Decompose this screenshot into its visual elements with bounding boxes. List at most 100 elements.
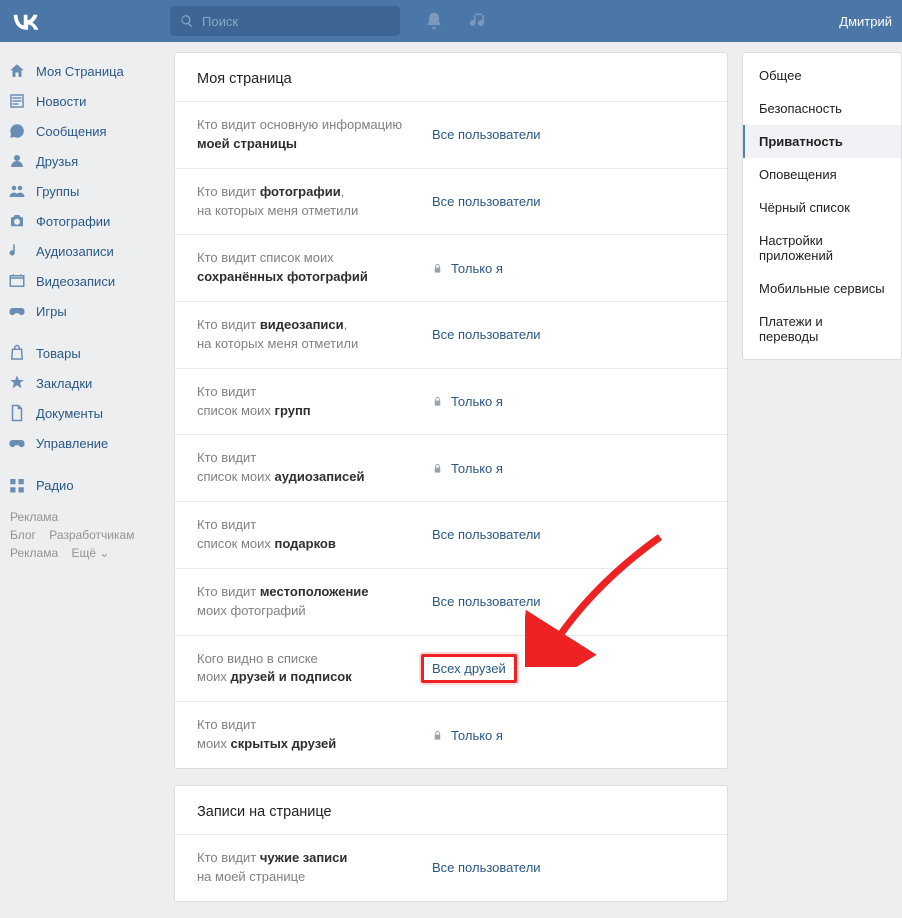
lock-icon (432, 463, 443, 474)
privacy-label: Кто видитсписок моих аудиозаписей (197, 449, 432, 487)
privacy-label: Кто видит основную информацию моей стран… (197, 116, 432, 154)
nav-item-games[interactable]: Игры (2, 296, 158, 326)
my-page-panel: Моя страница Кто видит основную информац… (174, 52, 728, 769)
footer-ad2[interactable]: Реклама (10, 546, 58, 560)
privacy-row: Кто видит список моихсохранённых фотогра… (175, 234, 727, 301)
privacy-label: Кто видитмоих скрытых друзей (197, 716, 432, 754)
privacy-value[interactable]: Только я (432, 249, 503, 287)
market-icon (8, 344, 26, 362)
privacy-label: Кто видитсписок моих подарков (197, 516, 432, 554)
footer-links: Реклама Блог Разработчикам Реклама Ещё ⌄ (2, 500, 158, 570)
footer-blog[interactable]: Блог (10, 528, 36, 542)
privacy-value[interactable]: Все пользователи (432, 316, 541, 354)
nav-item-manage[interactable]: Управление (2, 428, 158, 458)
value-text: Все пользователи (432, 194, 541, 209)
music-icon[interactable] (468, 11, 488, 31)
search-input[interactable]: Поиск (170, 6, 400, 36)
radio-icon (8, 476, 26, 494)
settings-tab[interactable]: Мобильные сервисы (743, 272, 901, 305)
home-icon (8, 62, 26, 80)
privacy-value[interactable]: Только я (432, 383, 503, 421)
nav-label: Группы (36, 184, 79, 199)
photos-icon (8, 212, 26, 230)
nav-label: Товары (36, 346, 81, 361)
nav-label: Моя Страница (36, 64, 124, 79)
footer-more[interactable]: Ещё ⌄ (71, 546, 109, 560)
nav-label: Игры (36, 304, 67, 319)
nav-label: Друзья (36, 154, 78, 169)
nav-item-radio[interactable]: Радио (2, 470, 158, 500)
privacy-row: Кто видитсписок моих подарковВсе пользов… (175, 501, 727, 568)
nav-label: Документы (36, 406, 103, 421)
games-icon (8, 302, 26, 320)
settings-tab[interactable]: Общее (743, 59, 901, 92)
nav-label: Сообщения (36, 124, 107, 139)
value-text: Только я (451, 261, 503, 276)
search-placeholder: Поиск (202, 14, 238, 29)
footer-ad[interactable]: Реклама (10, 510, 58, 524)
lock-icon (432, 396, 443, 407)
settings-tab[interactable]: Чёрный список (743, 191, 901, 224)
footer-dev[interactable]: Разработчикам (49, 528, 134, 542)
value-text: Все пользователи (432, 527, 541, 542)
nav-label: Закладки (36, 376, 92, 391)
value-text: Все пользователи (432, 327, 541, 342)
settings-tab[interactable]: Платежи и переводы (743, 305, 901, 353)
nav-label: Радио (36, 478, 74, 493)
nav-item-home[interactable]: Моя Страница (2, 56, 158, 86)
nav-item-messages[interactable]: Сообщения (2, 116, 158, 146)
value-text: Только я (451, 394, 503, 409)
nav-item-audio[interactable]: Аудиозаписи (2, 236, 158, 266)
nav-label: Аудиозаписи (36, 244, 114, 259)
settings-tab[interactable]: Настройки приложений (743, 224, 901, 272)
privacy-row: Кто видит видеозаписи,на которых меня от… (175, 301, 727, 368)
nav-item-bookmarks[interactable]: Закладки (2, 368, 158, 398)
section-title: Моя страница (175, 53, 727, 101)
value-text: Все пользователи (432, 860, 541, 875)
privacy-value[interactable]: Все пользователи (432, 849, 541, 887)
privacy-value[interactable]: Только я (432, 716, 503, 754)
vk-logo-icon[interactable] (10, 6, 40, 36)
privacy-label: Кто видит список моихсохранённых фотогра… (197, 249, 432, 287)
privacy-value[interactable]: Все пользователи (432, 516, 541, 554)
value-text: Все пользователи (432, 127, 541, 142)
main-content: Моя страница Кто видит основную информац… (174, 52, 728, 918)
privacy-label: Кто видитсписок моих групп (197, 383, 432, 421)
nav-item-news[interactable]: Новости (2, 86, 158, 116)
wall-posts-panel: Записи на странице Кто видит чужие запис… (174, 785, 728, 902)
settings-tab[interactable]: Приватность (743, 125, 901, 158)
news-icon (8, 92, 26, 110)
bookmarks-icon (8, 374, 26, 392)
nav-item-video[interactable]: Видеозаписи (2, 266, 158, 296)
lock-icon (432, 730, 443, 741)
privacy-label: Кто видит чужие записина моей странице (197, 849, 432, 887)
privacy-row: Кто видит основную информацию моей стран… (175, 101, 727, 168)
privacy-row: Кто видитмоих скрытых друзей Только я (175, 701, 727, 768)
nav-item-friends[interactable]: Друзья (2, 146, 158, 176)
groups-icon (8, 182, 26, 200)
nav-item-market[interactable]: Товары (2, 338, 158, 368)
privacy-value[interactable]: Все пользователи (432, 583, 541, 621)
privacy-label: Кто видит местоположениемоих фотографий (197, 583, 432, 621)
privacy-row: Кто видитсписок моих групп Только я (175, 368, 727, 435)
nav-label: Фотографии (36, 214, 110, 229)
value-text: Всех друзей (432, 661, 506, 676)
settings-tab[interactable]: Безопасность (743, 92, 901, 125)
nav-item-photos[interactable]: Фотографии (2, 206, 158, 236)
privacy-value[interactable]: Всех друзей (432, 650, 506, 688)
lock-icon (432, 263, 443, 274)
privacy-value[interactable]: Только я (432, 449, 503, 487)
nav-item-groups[interactable]: Группы (2, 176, 158, 206)
settings-tab[interactable]: Оповещения (743, 158, 901, 191)
header-username[interactable]: Дмитрий (839, 14, 892, 29)
left-sidebar: Моя Страница Новости Сообщения Друзья Группы… (0, 52, 160, 918)
value-text: Все пользователи (432, 594, 541, 609)
privacy-value[interactable]: Все пользователи (432, 116, 541, 154)
value-text: Только я (451, 461, 503, 476)
value-text: Только я (451, 728, 503, 743)
privacy-value[interactable]: Все пользователи (432, 183, 541, 221)
privacy-row: Кто видитсписок моих аудиозаписей Только … (175, 434, 727, 501)
nav-item-docs[interactable]: Документы (2, 398, 158, 428)
nav-label: Новости (36, 94, 86, 109)
notifications-icon[interactable] (424, 11, 444, 31)
